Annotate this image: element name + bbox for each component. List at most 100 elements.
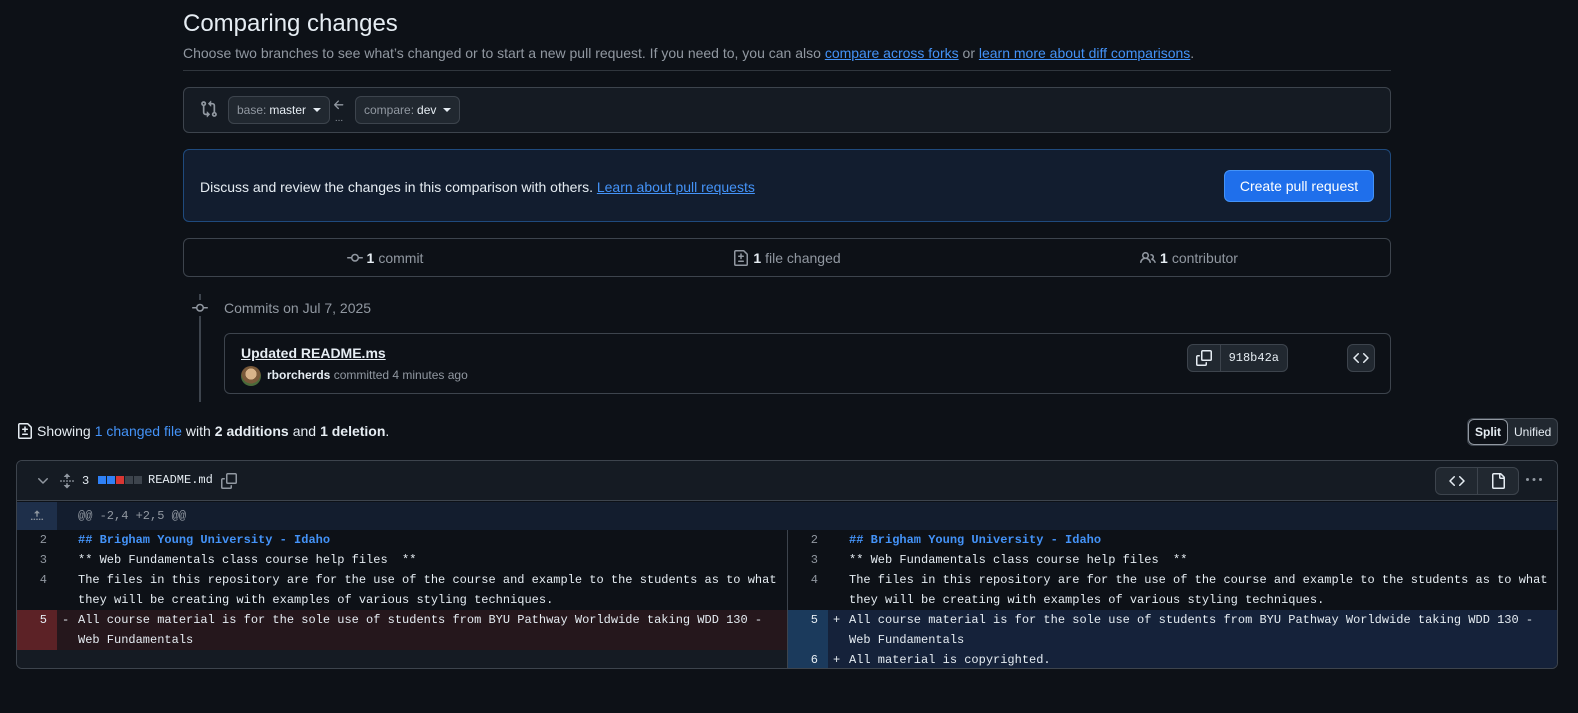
commit-list-item: Updated README.ms rborcherds committed 4…: [224, 333, 1391, 394]
commits-stat[interactable]: 1 commit: [184, 239, 586, 276]
hunk-header: @@ -2,4 +2,5 @@: [17, 502, 1557, 530]
git-compare-icon: [201, 100, 217, 118]
line-number[interactable]: 2: [788, 530, 828, 550]
chevron-down-icon: [313, 108, 322, 112]
contributors-stat[interactable]: 1 contributor: [988, 239, 1390, 276]
diff-line: 4 The files in this repository are for th…: [17, 570, 787, 610]
diff-line: 5- All course material is for the sole us…: [17, 610, 787, 650]
diff-marker: -: [62, 613, 70, 627]
split-view-button[interactable]: Split: [1468, 419, 1508, 445]
commit-icon: [191, 300, 209, 316]
pull-request-flash: Discuss and review the changes in this c…: [183, 149, 1391, 222]
compare-branch-select[interactable]: compare: dev: [355, 96, 461, 124]
range-dots: ...: [334, 113, 344, 124]
line-number[interactable]: 2: [17, 530, 57, 550]
file-view-buttons: [1435, 467, 1519, 495]
code-line: ## Brigham Young University - Idaho: [78, 533, 331, 547]
expand-up-button[interactable]: [17, 502, 57, 530]
line-number[interactable]: 3: [17, 550, 57, 570]
unified-view-button[interactable]: Unified: [1508, 419, 1557, 445]
learn-pull-requests-link[interactable]: Learn about pull requests: [597, 179, 755, 195]
commits-date-heading: Commits on Jul 7, 2025: [224, 300, 372, 316]
kebab-horizontal-icon: [1526, 478, 1542, 481]
commit-meta: rborcherds committed 4 minutes ago: [267, 368, 468, 382]
changed-files-link[interactable]: 1 changed file: [95, 423, 182, 439]
code-line: ** Web Fundamentals class course help fi…: [849, 553, 1188, 567]
diff-summary: Showing 1 changed file with 2 additions …: [17, 423, 389, 439]
hunk-header-text: @@ -2,4 +2,5 @@: [78, 509, 187, 523]
diff-marker: +: [833, 653, 841, 667]
comparison-stats: 1 commit 1 file changed 1 contributor: [183, 238, 1391, 277]
compare-branch-name: dev: [417, 103, 437, 117]
code-line: All course material is for the sole use …: [849, 613, 1541, 647]
file-diff: 3 README.md @@ -2,4 +2,5 @@ 2## Brigham: [16, 460, 1558, 669]
compare-forks-link[interactable]: compare across forks: [825, 45, 959, 61]
diffstat-bar: [98, 476, 142, 484]
diff-line: 2 ## Brigham Young University - Idaho: [788, 530, 1557, 550]
base-branch-name: master: [269, 103, 307, 117]
unfold-icon[interactable]: [59, 472, 75, 490]
showing-label: Showing: [37, 423, 91, 439]
chevron-down-icon: [443, 108, 452, 112]
files-count: 1: [753, 249, 762, 266]
copy-icon[interactable]: [221, 472, 237, 490]
subtitle-or: or: [962, 45, 975, 61]
commit-title-link[interactable]: Updated README.ms: [241, 345, 386, 361]
base-label: base:: [237, 103, 267, 117]
code-line: ## Brigham Young University - Idaho: [849, 533, 1102, 547]
page-title: Comparing changes: [183, 10, 398, 37]
diffstat-block: [134, 476, 142, 484]
compare-label: compare:: [364, 103, 415, 117]
source-view-button[interactable]: [1436, 468, 1477, 494]
learn-diff-link[interactable]: learn more about diff comparisons: [979, 45, 1190, 61]
contributors-label: contributor: [1171, 249, 1238, 266]
range-editor: base: master ... compare: dev: [183, 87, 1391, 133]
diff-line: 3 ** Web Fundamentals class course help f…: [788, 550, 1557, 570]
file-diff-icon: [18, 423, 32, 439]
diffstat-block: [98, 476, 106, 484]
flash-text: Discuss and review the changes in this c…: [200, 179, 593, 195]
chevron-down-icon[interactable]: [35, 473, 51, 489]
title-divider: [183, 70, 1391, 71]
code-icon: [1353, 352, 1369, 364]
file-name-link[interactable]: README.md: [148, 473, 213, 487]
code-line: All course material is for the sole use …: [78, 613, 770, 647]
rich-view-button[interactable]: [1477, 468, 1518, 494]
commits-label: commit: [378, 249, 424, 266]
avatar[interactable]: [241, 366, 261, 386]
code-line: The files in this repository are for the…: [849, 573, 1555, 607]
code-icon: [1448, 475, 1465, 487]
commit-author[interactable]: rborcherds: [267, 368, 330, 382]
and-label: and: [292, 423, 317, 439]
base-branch-select[interactable]: base: master: [228, 96, 331, 124]
page-subtitle: Choose two branches to see what’s change…: [183, 45, 1194, 61]
copy-sha-button[interactable]: [1188, 345, 1221, 371]
deletions-count: 1 deletion: [320, 423, 386, 439]
flash-message: Discuss and review the changes in this c…: [200, 179, 755, 195]
files-label: file changed: [765, 249, 841, 266]
diff-line: 2 ## Brigham Young University - Idaho: [17, 530, 787, 550]
commits-count: 1: [366, 249, 375, 266]
additions-count: 2 additions: [214, 423, 289, 439]
line-number[interactable]: 5: [17, 610, 57, 650]
commit-sha-link[interactable]: 918b42a: [1221, 345, 1287, 371]
create-pull-request-button[interactable]: Create pull request: [1224, 170, 1374, 202]
browse-repo-button[interactable]: [1347, 344, 1375, 372]
line-number[interactable]: 4: [17, 570, 57, 610]
fold-up-icon: [30, 510, 44, 520]
subtitle-period: .: [1190, 45, 1195, 61]
copy-icon: [1195, 350, 1212, 366]
line-number[interactable]: 6: [788, 650, 828, 668]
diff-line: 3 ** Web Fundamentals class course help f…: [17, 550, 787, 570]
code-line: ** Web Fundamentals class course help fi…: [78, 553, 417, 567]
diffstat-block: [107, 476, 115, 484]
line-number[interactable]: 3: [788, 550, 828, 570]
files-stat[interactable]: 1 file changed: [586, 239, 988, 276]
file-options-button[interactable]: [1522, 470, 1546, 490]
commit-time: committed 4 minutes ago: [333, 368, 468, 382]
file-diff-icon: [734, 249, 749, 266]
diff-marker: +: [833, 613, 841, 627]
line-number[interactable]: 5: [788, 610, 828, 650]
line-number[interactable]: 4: [788, 570, 828, 610]
commit-sha-group: 918b42a: [1186, 344, 1288, 372]
